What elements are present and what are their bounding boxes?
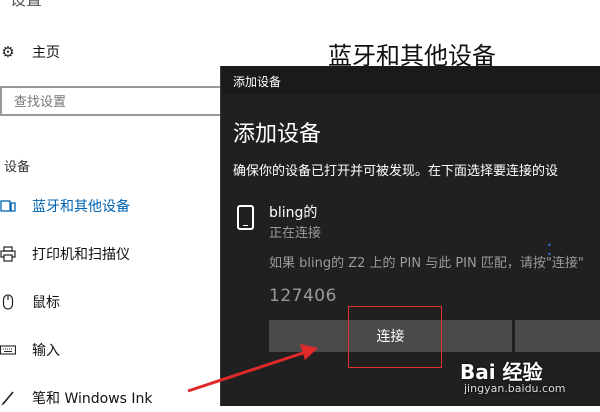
- keyboard-icon: [0, 342, 17, 358]
- sidebar-item-mouse[interactable]: 鼠标: [0, 288, 60, 316]
- bluetooth-devices-icon: [0, 198, 16, 214]
- mouse-icon: [0, 294, 16, 310]
- phone-icon: [237, 205, 254, 230]
- sidebar-item-label: 蓝牙和其他设备: [32, 199, 130, 215]
- device-name: bling的: [269, 205, 318, 221]
- dialog-description: 确保你的设备已打开并可被发现。在下面选择要连接的设: [233, 164, 559, 179]
- sidebar-item-label: 输入: [32, 343, 60, 359]
- nav-home[interactable]: ⚙ 主页: [0, 38, 60, 66]
- dialog-title: 添加设备: [233, 75, 282, 89]
- cancel-button[interactable]: [515, 320, 600, 352]
- gear-icon: ⚙: [1, 43, 15, 61]
- sidebar-item-pen[interactable]: 笔和 Windows Ink: [0, 384, 153, 412]
- sidebar-item-printers[interactable]: 打印机和扫描仪: [0, 240, 130, 268]
- sidebar-item-label: 笔和 Windows Ink: [32, 391, 153, 407]
- watermark: Bai 经验 jingyan.baidu.com: [460, 356, 566, 395]
- section-heading: 设备: [4, 160, 31, 175]
- sidebar-item-label: 打印机和扫描仪: [32, 247, 130, 263]
- nav-home-label: 主页: [32, 45, 60, 61]
- sidebar-item-bluetooth[interactable]: 蓝牙和其他设备: [0, 192, 130, 220]
- watermark-url: jingyan.baidu.com: [464, 382, 566, 395]
- dialog-heading: 添加设备: [233, 122, 322, 147]
- sidebar-item-input[interactable]: 输入: [0, 336, 60, 364]
- pen-icon: [0, 390, 16, 406]
- dialog-titlebar[interactable]: 添加设备: [221, 66, 600, 94]
- pin-message: 如果 bling的 Z2 上的 PIN 与此 PIN 匹配，请按"连接": [269, 256, 584, 271]
- settings-title-partial: 设置: [10, 0, 42, 10]
- search-box[interactable]: [0, 86, 226, 116]
- printer-icon: [0, 246, 16, 262]
- device-status: 正在连接: [269, 226, 322, 241]
- search-input[interactable]: [12, 89, 216, 115]
- pin-code: 127406: [269, 286, 337, 306]
- watermark-brand: Bai 经验: [460, 360, 543, 384]
- connect-button[interactable]: 连接: [269, 320, 512, 352]
- add-device-dialog: 添加设备 添加设备 确保你的设备已打开并可被发现。在下面选择要连接的设 blin…: [220, 66, 600, 406]
- sidebar-item-label: 鼠标: [32, 295, 60, 311]
